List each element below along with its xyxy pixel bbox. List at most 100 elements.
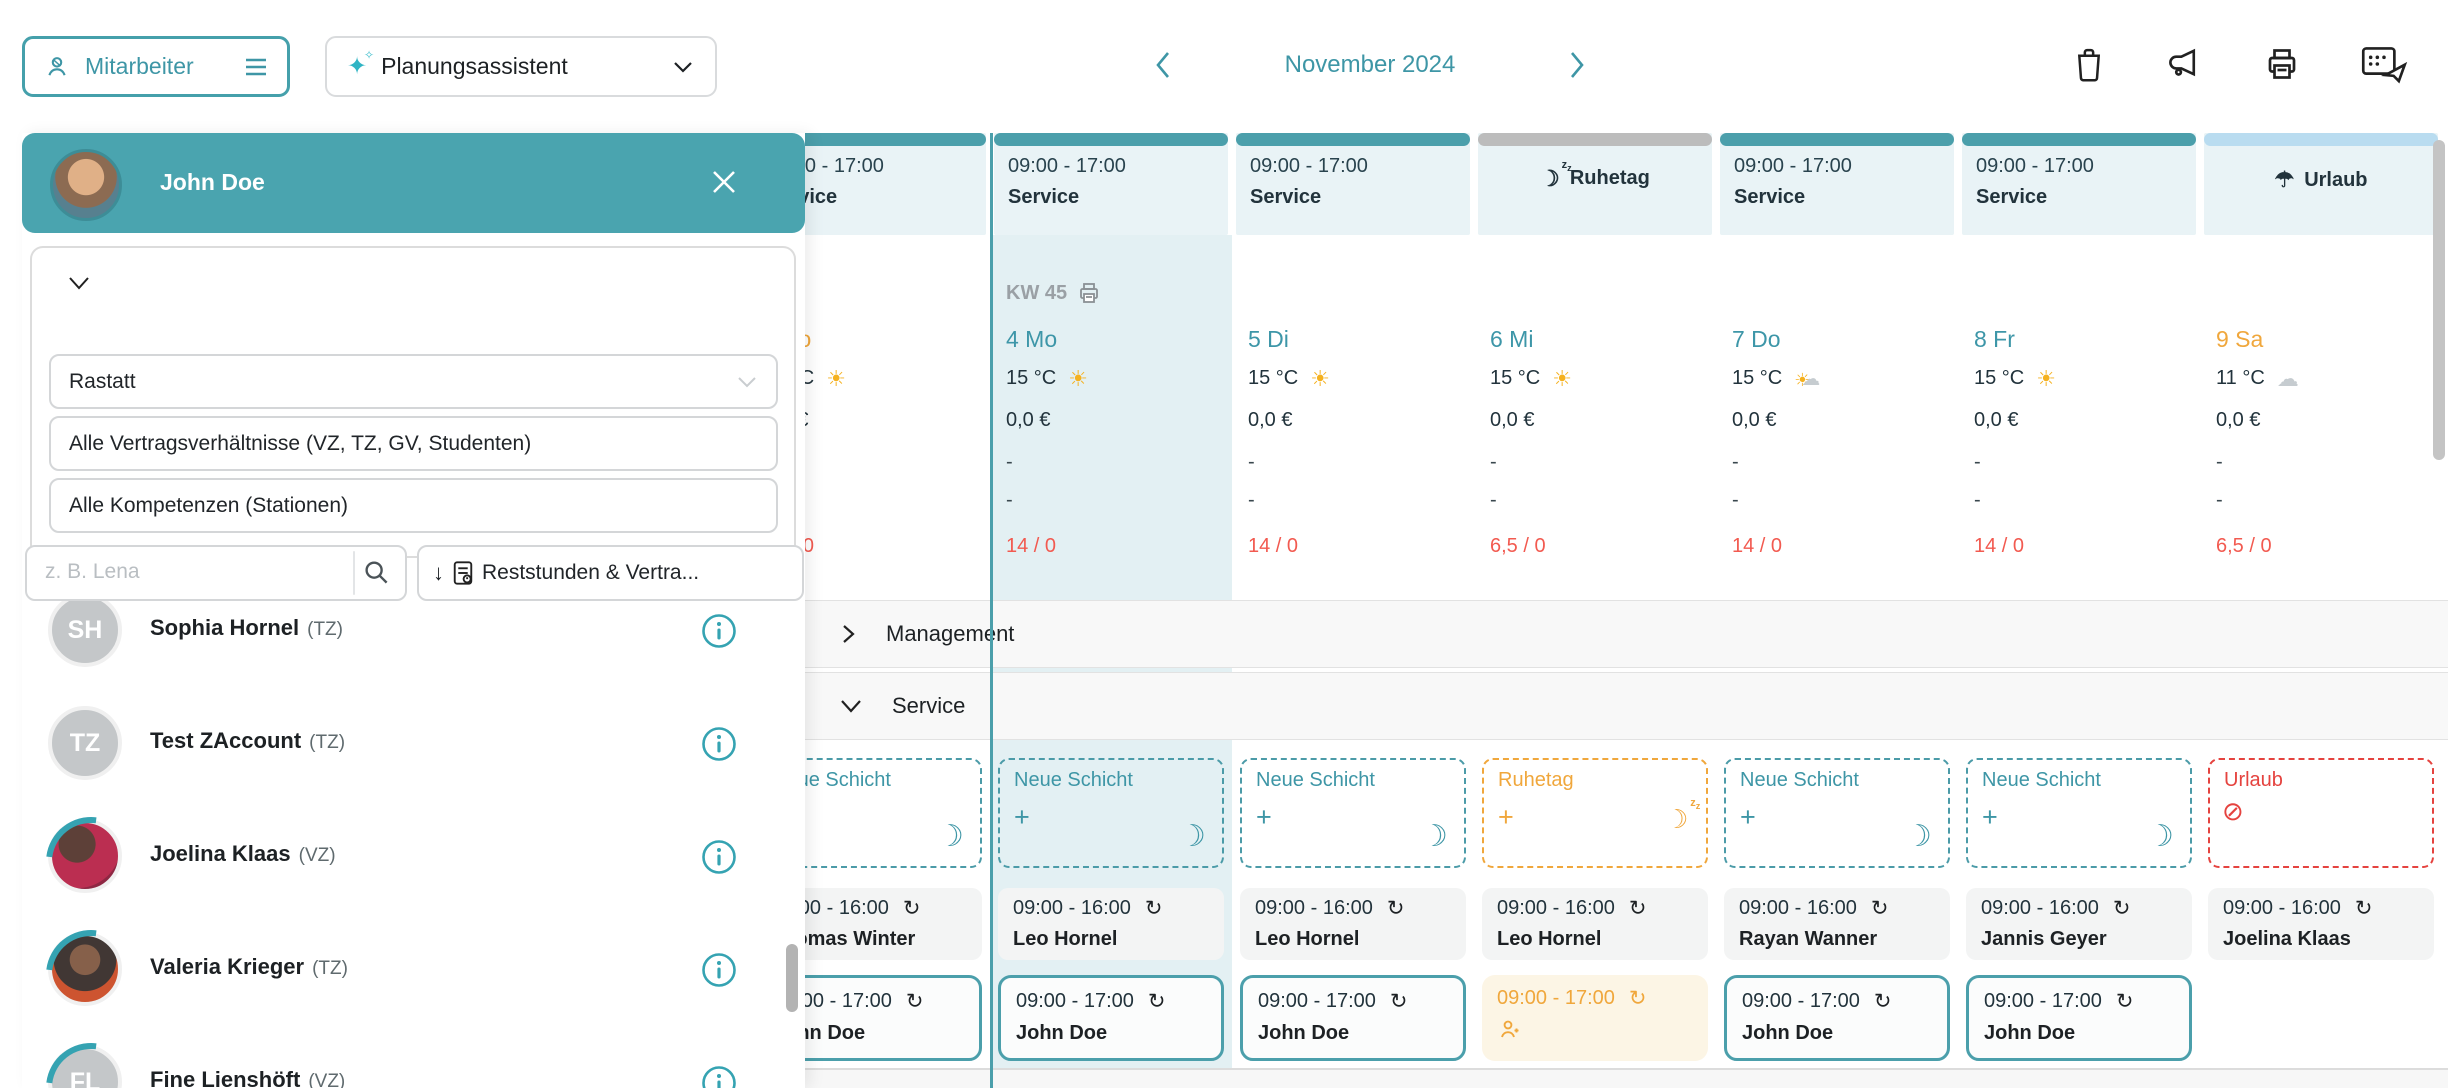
employee-list-item[interactable]: Joelina Klaas(VZ) xyxy=(22,801,805,913)
temperature-row: 15 °C ☀ xyxy=(1974,367,2056,390)
contracts-filter[interactable]: Alle Vertragsverhältnisse (VZ, TZ, GV, S… xyxy=(49,416,778,471)
calendar-send-icon[interactable] xyxy=(2360,44,2408,84)
competences-filter[interactable]: Alle Kompetenzen (Stationen) xyxy=(49,478,778,533)
shift-time: 09:00 - 17:00 xyxy=(1497,987,1615,1010)
day-label[interactable]: 7 Do xyxy=(1732,326,1781,353)
chevron-down-icon[interactable] xyxy=(838,697,864,715)
colleague-shift-card[interactable]: 09:00 - 16:00↻Rayan Wanner xyxy=(1724,888,1950,960)
planning-assistant-button[interactable]: ✦✧ Planungsassistent xyxy=(325,36,717,97)
colleague-shift-card[interactable]: 09:00 - 16:00↻Joelina Klaas xyxy=(2208,888,2434,960)
employee-list-item[interactable]: Valeria Krieger(TZ) xyxy=(22,914,805,1026)
panel-header: John Doe xyxy=(22,133,805,233)
info-icon[interactable] xyxy=(701,1065,737,1088)
shift-employee: Leo Hornel xyxy=(1497,928,1601,951)
month-navigation: November 2024 xyxy=(1150,40,1590,90)
employee-list-item[interactable]: FLFine Lienshöft(VZ) xyxy=(22,1027,805,1088)
shift-employee: John Doe xyxy=(1742,1022,1833,1045)
panel-title: John Doe xyxy=(160,169,265,196)
hours-label: 6,5 / 0 xyxy=(1490,535,1546,558)
search-icon[interactable] xyxy=(361,557,391,587)
repeat-icon: ↻ xyxy=(1871,898,1889,919)
info-icon[interactable] xyxy=(701,726,737,762)
temperature-label: 15 °C xyxy=(1006,367,1056,390)
printer-icon[interactable] xyxy=(1077,281,1101,305)
repeat-icon: ↻ xyxy=(1145,898,1163,919)
day-label[interactable]: 6 Mi xyxy=(1490,326,1533,353)
sparkles-icon: ✦✧ xyxy=(347,55,367,79)
vacation-header: ☂Urlaub xyxy=(2204,167,2438,193)
sun-icon: ☀ xyxy=(2036,368,2056,390)
trash-icon[interactable] xyxy=(2072,46,2106,82)
employee-list-item[interactable]: SHSophia Hornel(TZ) xyxy=(22,601,805,687)
info-icon[interactable] xyxy=(701,839,737,875)
own-shift-card[interactable]: 09:00 - 17:00↻John Doe xyxy=(1724,975,1950,1061)
open-shift-card[interactable]: 09:00 - 17:00 ↻ xyxy=(1482,975,1708,1061)
prev-month-button[interactable] xyxy=(1150,49,1176,81)
colleague-shift-card[interactable]: 09:00 - 16:00↻Leo Hornel xyxy=(1240,888,1466,960)
day-label[interactable]: 4 Mo xyxy=(1006,326,1057,353)
shift-time: 09:00 - 17:00 xyxy=(1258,990,1376,1013)
own-shift-card[interactable]: 09:00 - 17:00↻John Doe xyxy=(1966,975,2192,1061)
day-header-cell[interactable]: ☾zzRuhetag xyxy=(1478,133,1712,235)
day-header-cell[interactable]: 09:00 - 17:00Service xyxy=(994,133,1228,235)
location-select-value: Rastatt xyxy=(69,370,136,394)
day-header-cell[interactable]: 09:00 - 17:00Service xyxy=(1962,133,2196,235)
current-day-marker xyxy=(990,133,993,1088)
employee-list-item[interactable]: TZTest ZAccount(TZ) xyxy=(22,688,805,800)
own-shift-card[interactable]: 09:00 - 17:00↻John Doe xyxy=(1240,975,1466,1061)
next-month-button[interactable] xyxy=(1564,49,1590,81)
day-label[interactable]: 8 Fr xyxy=(1974,326,2015,353)
stat-line-1: - xyxy=(1490,451,1497,474)
colleague-shift-card[interactable]: 09:00 - 16:00↻Leo Hornel xyxy=(1482,888,1708,960)
person-add-icon xyxy=(1497,1017,1521,1041)
temperature-label: 15 °C xyxy=(1974,367,2024,390)
sort-button[interactable]: ↓ Reststunden & Vertra... xyxy=(417,545,804,601)
contract-type: (TZ) xyxy=(307,619,343,640)
temperature-label: 15 °C xyxy=(1248,367,1298,390)
employee-name: Joelina Klaas(VZ) xyxy=(150,841,336,867)
repeat-icon: ↻ xyxy=(1629,988,1647,1009)
list-scrollbar[interactable] xyxy=(786,944,798,1012)
chevron-right-icon[interactable] xyxy=(838,621,858,647)
close-icon[interactable] xyxy=(708,166,740,198)
plus-icon: + xyxy=(1498,802,1514,833)
new-shift-button[interactable]: Neue Schicht+☾ xyxy=(1240,758,1466,868)
location-select[interactable]: Rastatt xyxy=(49,354,778,409)
contract-type: (VZ) xyxy=(299,845,336,866)
megaphone-icon[interactable] xyxy=(2166,46,2204,82)
day-header-cell[interactable]: ☂Urlaub xyxy=(2204,133,2438,235)
new-shift-button[interactable]: Neue Schicht+☾ xyxy=(1966,758,2192,868)
temperature-row: 15 °C☀ xyxy=(1006,367,1088,390)
sun-icon: ☀ xyxy=(1552,368,1572,390)
day-label[interactable]: 5 Di xyxy=(1248,326,1289,353)
collapse-chevron-icon[interactable] xyxy=(66,274,92,292)
info-icon[interactable] xyxy=(701,952,737,988)
section-row-service[interactable]: Service xyxy=(748,672,2448,740)
day-label[interactable]: 9 Sa xyxy=(2216,326,2263,353)
shift-employee: Leo Hornel xyxy=(1013,928,1117,951)
stat-line-2: - xyxy=(2216,489,2223,512)
vertical-scrollbar[interactable] xyxy=(2433,140,2445,460)
colleague-shift-card[interactable]: 09:00 - 16:00↻Leo Hornel xyxy=(998,888,1224,960)
revenue-label: 0,0 € xyxy=(1732,409,1776,432)
competences-filter-value: Alle Kompetenzen (Stationen) xyxy=(69,494,348,518)
calendar-grid: 09:00 - 17:00Service09:00 - 17:00Service… xyxy=(748,133,2448,1088)
week-number-label: KW 45 xyxy=(1006,281,1101,305)
employee-name: Sophia Hornel(TZ) xyxy=(150,615,343,641)
info-icon[interactable] xyxy=(701,613,737,649)
printer-icon[interactable] xyxy=(2264,46,2300,82)
stat-line-1: - xyxy=(2216,451,2223,474)
rest-day-button[interactable]: Ruhetag+☾zz xyxy=(1482,758,1708,868)
own-shift-card[interactable]: 09:00 - 17:00↻John Doe xyxy=(998,975,1224,1061)
new-shift-button[interactable]: Neue Schicht+☾ xyxy=(998,758,1224,868)
search-input[interactable] xyxy=(43,559,337,585)
plus-icon: + xyxy=(1256,802,1272,833)
new-shift-button[interactable]: Neue Schicht+☾ xyxy=(1724,758,1950,868)
moon-icon: ☾ xyxy=(1421,819,1448,854)
employees-button[interactable]: Mitarbeiter xyxy=(22,36,290,97)
section-row-management[interactable]: Management xyxy=(748,600,2448,668)
day-header-cell[interactable]: 09:00 - 17:00Service xyxy=(1720,133,1954,235)
employee-list: SHSophia Hornel(TZ)TZTest ZAccount(TZ) Jo… xyxy=(22,601,805,1088)
colleague-shift-card[interactable]: 09:00 - 16:00↻Jannis Geyer xyxy=(1966,888,2192,960)
day-header-cell[interactable]: 09:00 - 17:00Service xyxy=(1236,133,1470,235)
